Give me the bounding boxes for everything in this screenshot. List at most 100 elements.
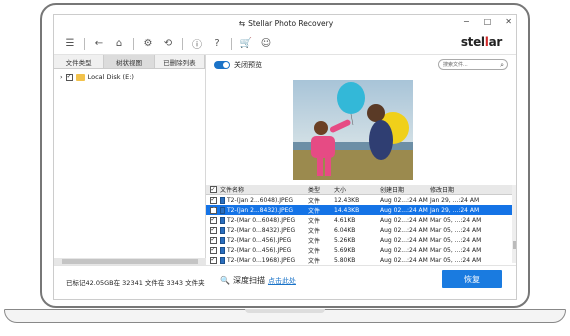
search-input[interactable]: 搜索文件... ⌕	[438, 59, 508, 70]
row-checkbox[interactable]: ✓	[209, 246, 217, 254]
row-checkbox[interactable]: ✓	[209, 216, 217, 224]
col-header-name[interactable]: 文件名称	[220, 185, 308, 194]
select-all-checkbox[interactable]: ✓	[209, 186, 217, 193]
search-icon[interactable]: ⌕	[500, 61, 504, 70]
file-modified: Mar 05, ...:24 AM	[430, 246, 482, 254]
file-icon	[220, 236, 225, 244]
table-row[interactable]: ✓ T2-(Mar 0...8432).JPEG 文件 6.04KB Aug 02...…	[206, 225, 516, 235]
expand-arrow-icon[interactable]: ›	[60, 73, 63, 81]
col-header-created[interactable]: 创建日期	[380, 185, 430, 194]
tab-tree-view[interactable]: 树状视图	[104, 55, 155, 68]
tab-file-type[interactable]: 文件类型	[54, 55, 105, 68]
title-bar: ⇆ Stellar Photo Recovery − □ ✕	[54, 15, 516, 31]
settings-icon[interactable]: ⚙	[142, 38, 154, 50]
table-row[interactable]: ✓ T2-(Jan 2...6048).JPEG 文件 12.43KB Aug 02..…	[206, 195, 516, 205]
maximize-button[interactable]: □	[484, 17, 492, 26]
file-size: 6.04KB	[334, 226, 356, 234]
app-window: ⇆ Stellar Photo Recovery − □ ✕ ☰ ← ⌂ ⚙ ⟲…	[53, 14, 517, 300]
file-type: 文件	[308, 197, 321, 205]
deep-scan-link[interactable]: 点击此处	[268, 276, 296, 286]
tab-deleted-list[interactable]: 已删除列表	[154, 55, 205, 68]
view-tabs: 文件类型 树状视图 已删除列表	[54, 55, 205, 69]
tree-item-label: Local Disk (E:)	[87, 73, 134, 81]
file-icon	[220, 206, 225, 214]
right-panel: 关闭预览 搜索文件... ⌕ ✓ 文件名称 类型 大小 创建日期 修改日期 ✓ …	[206, 55, 516, 265]
col-header-size[interactable]: 大小	[334, 185, 380, 194]
file-name: T2-(Mar 0...8432).JPEG	[227, 226, 296, 234]
table-row[interactable]: ✓ T2-(Mar 0...1968).JPEG 文件 5.80KB Aug 02...…	[206, 255, 516, 265]
tree-item-local-disk[interactable]: › ✓ Local Disk (E:)	[54, 69, 205, 85]
file-name: T2-(Mar 0...6048).JPEG	[227, 216, 296, 224]
file-size: 4.61KB	[334, 216, 356, 224]
close-button[interactable]: ✕	[505, 17, 512, 26]
col-header-modified[interactable]: 修改日期	[430, 185, 500, 194]
preview-toggle[interactable]	[214, 61, 230, 69]
row-checkbox[interactable]: ✓	[209, 196, 217, 204]
file-type: 文件	[308, 207, 321, 215]
file-modified: Mar 05, ...:24 AM	[430, 256, 482, 264]
file-name: T2-(Mar 0...1968).JPEG	[227, 256, 296, 264]
laptop-notch	[245, 309, 325, 313]
file-created: Aug 02...:24 AM	[380, 196, 428, 204]
back-icon[interactable]: ←	[93, 38, 105, 50]
file-icon	[220, 256, 225, 264]
window-title: Stellar Photo Recovery	[248, 18, 334, 28]
search-placeholder: 搜索文件...	[443, 62, 468, 68]
stellar-logo: stellar	[460, 35, 502, 49]
deep-scan-icon: 🔍	[220, 276, 230, 285]
preview-toggle-label: 关闭预览	[234, 61, 262, 69]
recover-button[interactable]: 恢复	[442, 270, 502, 288]
row-checkbox[interactable]: ✓	[209, 256, 217, 264]
home-icon[interactable]: ⌂	[113, 38, 125, 50]
table-row[interactable]: ✓ T2-(Jan 2...8432).JPEG 文件 14.43KB Aug 02..…	[206, 205, 516, 215]
deep-scan-label: 深度扫描	[232, 276, 265, 285]
vertical-scrollbar[interactable]	[512, 185, 516, 263]
help-icon[interactable]: ?	[211, 38, 223, 50]
folder-icon	[75, 73, 85, 81]
status-text: 已标记42.05GB在 32341 文件在 3343 文件夹	[66, 279, 205, 287]
laptop-frame: ⇆ Stellar Photo Recovery − □ ✕ ☰ ← ⌂ ⚙ ⟲…	[0, 0, 570, 336]
table-row[interactable]: ✓ T2-(Mar 0...6048).JPEG 文件 4.61KB Aug 02...…	[206, 215, 516, 225]
row-checkbox[interactable]: ✓	[209, 206, 217, 214]
file-created: Aug 02...:24 AM	[380, 206, 428, 214]
file-created: Aug 02...:24 AM	[380, 216, 428, 224]
info-icon[interactable]: ⓘ	[191, 38, 203, 51]
file-created: Aug 02...:24 AM	[380, 236, 428, 244]
file-modified: Jan 29, ...:24 AM	[430, 206, 480, 214]
app-icon: ⇆	[238, 18, 246, 28]
file-size: 5.80KB	[334, 256, 356, 264]
file-size: 14.43KB	[334, 206, 360, 214]
toolbar: ☰ ← ⌂ ⚙ ⟲ ⓘ ? 🛒 ☺	[54, 33, 516, 55]
table-header: ✓ 文件名称 类型 大小 创建日期 修改日期	[206, 185, 516, 195]
file-name: T2-(Jan 2...6048).JPEG	[227, 196, 294, 204]
menu-icon[interactable]: ☰	[64, 38, 76, 50]
file-modified: Jan 29, ...:24 AM	[430, 196, 480, 204]
file-icon	[220, 216, 225, 224]
file-name: T2-(Jan 2...8432).JPEG	[227, 206, 294, 214]
file-icon	[220, 226, 225, 234]
horizontal-scrollbar[interactable]	[54, 258, 206, 265]
history-icon[interactable]: ⟲	[162, 38, 174, 50]
file-modified: Mar 05, ...:24 AM	[430, 236, 482, 244]
cart-icon[interactable]: 🛒	[240, 38, 252, 50]
preview-photo	[293, 80, 413, 180]
file-created: Aug 02...:24 AM	[380, 256, 428, 264]
file-name: T2-(Mar 0...456).JPEG	[227, 236, 292, 244]
file-size: 12.43KB	[334, 196, 360, 204]
file-modified: Mar 05, ...:24 AM	[430, 226, 482, 234]
file-name: T2-(Mar 0...456).JPEG	[227, 246, 292, 254]
row-checkbox[interactable]: ✓	[209, 236, 217, 244]
table-row[interactable]: ✓ T2-(Mar 0...456).JPEG 文件 5.69KB Aug 02...:…	[206, 245, 516, 255]
table-row[interactable]: ✓ T2-(Mar 0...456).JPEG 文件 5.26KB Aug 02...:…	[206, 235, 516, 245]
col-header-type[interactable]: 类型	[308, 185, 334, 194]
left-panel: 文件类型 树状视图 已删除列表 › ✓ Local Disk (E:)	[54, 55, 206, 265]
minimize-button[interactable]: −	[463, 17, 470, 26]
account-icon[interactable]: ☺	[260, 38, 272, 50]
file-type: 文件	[308, 247, 321, 255]
file-type: 文件	[308, 217, 321, 225]
file-icon	[220, 246, 225, 254]
file-size: 5.69KB	[334, 246, 356, 254]
tree-checkbox[interactable]: ✓	[65, 73, 73, 81]
row-checkbox[interactable]: ✓	[209, 226, 217, 234]
file-type: 文件	[308, 227, 321, 235]
